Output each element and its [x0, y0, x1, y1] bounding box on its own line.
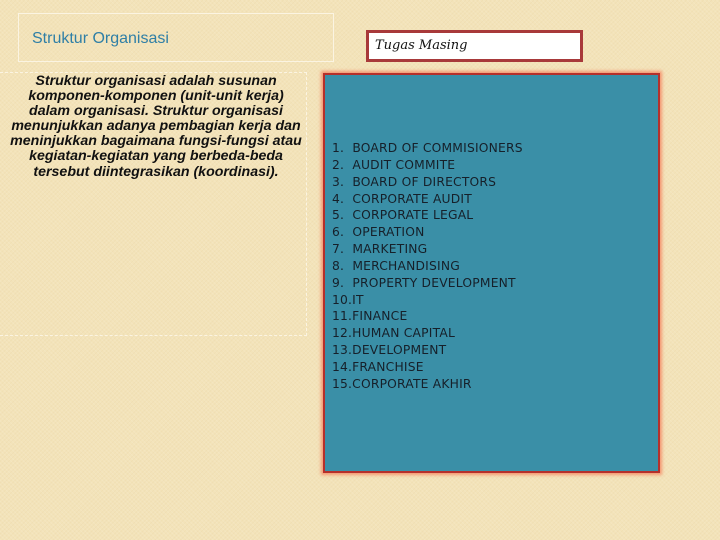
slide-title-box: Struktur Organisasi [18, 13, 334, 62]
list-item: 6. OPERATION [332, 225, 425, 240]
panel-label-box: Tugas Masing [366, 30, 583, 62]
description-text: Struktur organisasi adalah susunan kompo… [10, 73, 302, 180]
list-item: 7. MARKETING [332, 242, 428, 257]
list-item: 5. CORPORATE LEGAL [332, 208, 474, 223]
list-item: 9. PROPERTY DEVELOPMENT [332, 275, 516, 290]
department-list-panel: 1. BOARD OF COMMISIONERS 2. AUDIT COMMIT… [323, 73, 660, 473]
panel-label: Tugas Masing [375, 38, 468, 53]
list-item: 3. BOARD OF DIRECTORS [332, 174, 497, 189]
list-item: 11.FINANCE [332, 309, 408, 324]
slide-title: Struktur Organisasi [32, 30, 169, 47]
list-item: 2. AUDIT COMMITE [332, 157, 456, 172]
list-item: 14.FRANCHISE [332, 359, 424, 374]
list-item: 15.CORPORATE AKHIR [332, 376, 472, 391]
list-item: 13.DEVELOPMENT [332, 343, 447, 358]
list-item: 1. BOARD OF COMMISIONERS [332, 141, 523, 155]
list-item: 4. CORPORATE AUDIT [332, 191, 472, 206]
list-item: 10.IT [332, 292, 364, 307]
department-list: 1. BOARD OF COMMISIONERS 2. AUDIT COMMIT… [332, 140, 523, 393]
description-box: Struktur organisasi adalah susunan kompo… [0, 72, 307, 336]
list-item: 12.HUMAN CAPITAL [332, 326, 455, 341]
list-item: 8. MERCHANDISING [332, 258, 460, 273]
